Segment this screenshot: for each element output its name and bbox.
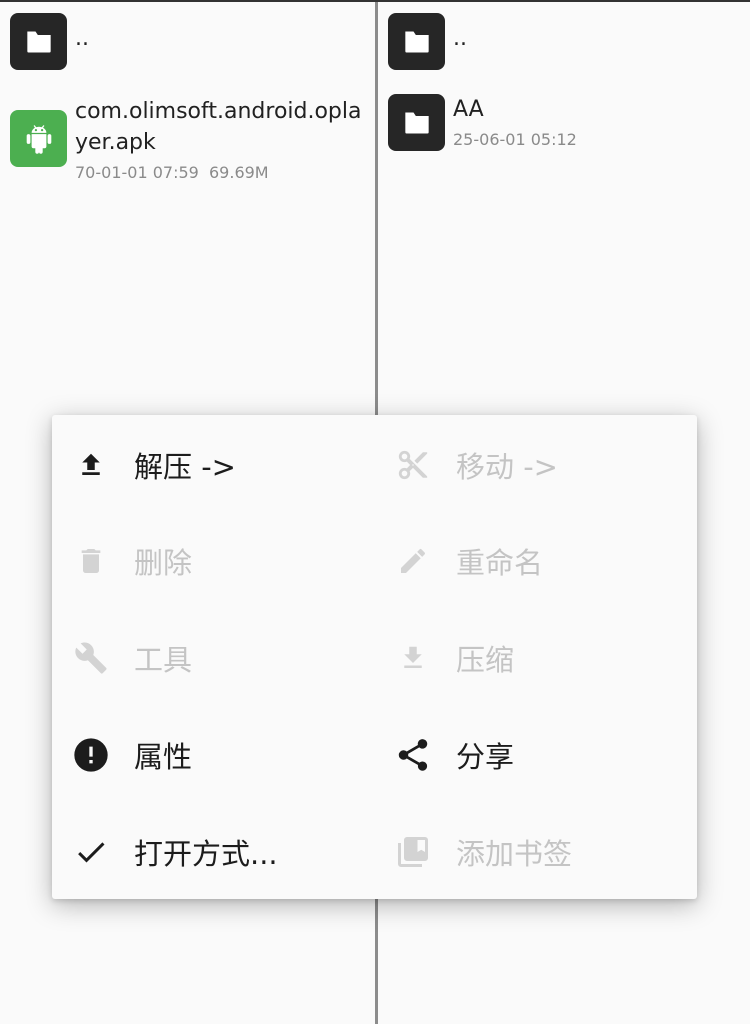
menu-item-label: 移动 -> — [456, 450, 558, 484]
upload-icon — [70, 444, 112, 486]
folder-icon — [10, 13, 67, 70]
file-name: .. — [453, 26, 467, 51]
list-item-parent-dir[interactable]: .. — [388, 13, 744, 93]
menu-item-label: 压缩 — [456, 643, 515, 677]
folder-icon — [388, 13, 445, 70]
menu-item-label: 添加书签 — [456, 837, 573, 871]
share-icon — [392, 734, 434, 776]
download-icon — [392, 637, 434, 679]
scissors-icon — [392, 444, 434, 486]
menu-item-label: 重命名 — [456, 546, 544, 580]
pencil-icon — [392, 540, 434, 582]
menu-item-label: 删除 — [134, 546, 193, 580]
wrench-icon — [70, 637, 112, 679]
info-alert-icon — [70, 734, 112, 776]
list-item-parent-dir[interactable]: .. — [10, 13, 369, 93]
file-manager-screen: .. com.olimsoft.android.oplayer.apk 70-0… — [0, 0, 750, 1024]
file-meta: 25-06-01 05:12 — [453, 130, 577, 149]
menu-item-label: 分享 — [456, 740, 515, 774]
menu-item-extract[interactable]: 解压 -> — [52, 429, 352, 501]
file-meta: 70-01-01 07:59 69.69M — [75, 163, 269, 182]
trash-icon — [70, 540, 112, 582]
context-menu: 解压 -> 移动 -> 删除 重命名 工具 压缩 属性 分享 打开方式... 添… — [52, 415, 697, 899]
file-name: .. — [75, 26, 89, 51]
file-name: AA — [453, 97, 484, 122]
file-name: com.olimsoft.android.oplayer.apk — [75, 99, 362, 155]
menu-item-label: 打开方式... — [134, 837, 278, 871]
list-item-apk-file[interactable]: com.olimsoft.android.oplayer.apk 70-01-0… — [10, 99, 369, 190]
menu-item-add-bookmark[interactable]: 添加书签 — [374, 816, 674, 888]
menu-item-label: 工具 — [134, 643, 193, 677]
menu-item-label: 解压 -> — [134, 450, 236, 484]
android-apk-icon — [10, 110, 67, 167]
menu-item-tools[interactable]: 工具 — [52, 622, 352, 694]
menu-item-open-with[interactable]: 打开方式... — [52, 816, 352, 888]
bookmark-stack-icon — [392, 831, 434, 873]
menu-item-label: 属性 — [134, 740, 193, 774]
checkmark-icon — [70, 831, 112, 873]
menu-item-move[interactable]: 移动 -> — [374, 429, 674, 501]
menu-item-compress[interactable]: 压缩 — [374, 622, 674, 694]
menu-item-share[interactable]: 分享 — [374, 719, 674, 791]
folder-icon — [388, 94, 445, 151]
list-item-folder-aa[interactable]: AA 25-06-01 05:12 — [388, 94, 744, 174]
menu-item-delete[interactable]: 删除 — [52, 525, 352, 597]
menu-item-properties[interactable]: 属性 — [52, 719, 352, 791]
menu-item-rename[interactable]: 重命名 — [374, 525, 674, 597]
